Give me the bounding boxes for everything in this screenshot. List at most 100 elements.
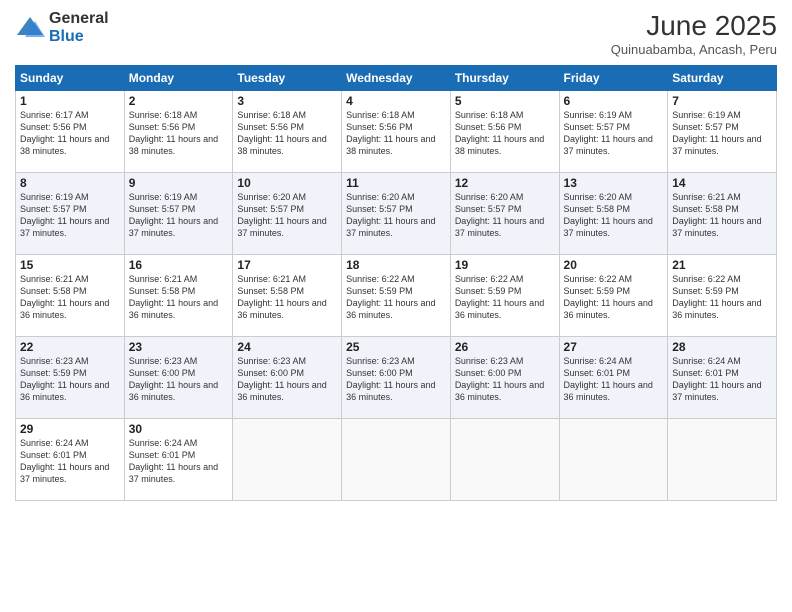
cell-info: Sunrise: 6:21 AMSunset: 5:58 PMDaylight:… (20, 274, 109, 320)
calendar-cell: 2 Sunrise: 6:18 AMSunset: 5:56 PMDayligh… (124, 91, 233, 173)
calendar-week-row: 22 Sunrise: 6:23 AMSunset: 5:59 PMDaylig… (16, 337, 777, 419)
calendar-cell: 10 Sunrise: 6:20 AMSunset: 5:57 PMDaylig… (233, 173, 342, 255)
cell-info: Sunrise: 6:20 AMSunset: 5:58 PMDaylight:… (564, 192, 653, 238)
logo-general: General (49, 10, 109, 28)
day-number: 12 (455, 176, 555, 190)
cell-info: Sunrise: 6:19 AMSunset: 5:57 PMDaylight:… (20, 192, 109, 238)
day-number: 14 (672, 176, 772, 190)
calendar-cell: 23 Sunrise: 6:23 AMSunset: 6:00 PMDaylig… (124, 337, 233, 419)
calendar-day-header: Friday (559, 66, 668, 91)
day-number: 26 (455, 340, 555, 354)
page: General Blue June 2025 Quinuabamba, Anca… (0, 0, 792, 612)
cell-info: Sunrise: 6:23 AMSunset: 6:00 PMDaylight:… (237, 356, 326, 402)
calendar-cell: 17 Sunrise: 6:21 AMSunset: 5:58 PMDaylig… (233, 255, 342, 337)
day-number: 1 (20, 94, 120, 108)
cell-info: Sunrise: 6:19 AMSunset: 5:57 PMDaylight:… (564, 110, 653, 156)
cell-info: Sunrise: 6:20 AMSunset: 5:57 PMDaylight:… (455, 192, 544, 238)
calendar-cell: 8 Sunrise: 6:19 AMSunset: 5:57 PMDayligh… (16, 173, 125, 255)
logo-blue: Blue (49, 28, 109, 46)
calendar-day-header: Wednesday (342, 66, 451, 91)
cell-info: Sunrise: 6:24 AMSunset: 6:01 PMDaylight:… (129, 438, 218, 484)
calendar-cell: 15 Sunrise: 6:21 AMSunset: 5:58 PMDaylig… (16, 255, 125, 337)
day-number: 27 (564, 340, 664, 354)
calendar-cell: 14 Sunrise: 6:21 AMSunset: 5:58 PMDaylig… (668, 173, 777, 255)
calendar-day-header: Thursday (450, 66, 559, 91)
calendar-cell: 5 Sunrise: 6:18 AMSunset: 5:56 PMDayligh… (450, 91, 559, 173)
day-number: 10 (237, 176, 337, 190)
day-number: 3 (237, 94, 337, 108)
day-number: 19 (455, 258, 555, 272)
calendar-cell: 1 Sunrise: 6:17 AMSunset: 5:56 PMDayligh… (16, 91, 125, 173)
cell-info: Sunrise: 6:24 AMSunset: 6:01 PMDaylight:… (20, 438, 109, 484)
day-number: 22 (20, 340, 120, 354)
cell-info: Sunrise: 6:22 AMSunset: 5:59 PMDaylight:… (455, 274, 544, 320)
logo-icon (15, 13, 45, 43)
day-number: 20 (564, 258, 664, 272)
logo-text: General Blue (49, 10, 109, 45)
title-block: June 2025 Quinuabamba, Ancash, Peru (611, 10, 777, 57)
day-number: 4 (346, 94, 446, 108)
calendar-day-header: Monday (124, 66, 233, 91)
header: General Blue June 2025 Quinuabamba, Anca… (15, 10, 777, 57)
day-number: 6 (564, 94, 664, 108)
calendar-week-row: 15 Sunrise: 6:21 AMSunset: 5:58 PMDaylig… (16, 255, 777, 337)
calendar-cell: 26 Sunrise: 6:23 AMSunset: 6:00 PMDaylig… (450, 337, 559, 419)
cell-info: Sunrise: 6:22 AMSunset: 5:59 PMDaylight:… (564, 274, 653, 320)
calendar-cell: 22 Sunrise: 6:23 AMSunset: 5:59 PMDaylig… (16, 337, 125, 419)
calendar-cell: 28 Sunrise: 6:24 AMSunset: 6:01 PMDaylig… (668, 337, 777, 419)
calendar-table: SundayMondayTuesdayWednesdayThursdayFrid… (15, 65, 777, 501)
calendar-cell: 18 Sunrise: 6:22 AMSunset: 5:59 PMDaylig… (342, 255, 451, 337)
calendar-cell: 13 Sunrise: 6:20 AMSunset: 5:58 PMDaylig… (559, 173, 668, 255)
day-number: 24 (237, 340, 337, 354)
cell-info: Sunrise: 6:22 AMSunset: 5:59 PMDaylight:… (672, 274, 761, 320)
day-number: 5 (455, 94, 555, 108)
cell-info: Sunrise: 6:19 AMSunset: 5:57 PMDaylight:… (129, 192, 218, 238)
calendar-cell: 11 Sunrise: 6:20 AMSunset: 5:57 PMDaylig… (342, 173, 451, 255)
cell-info: Sunrise: 6:23 AMSunset: 6:00 PMDaylight:… (346, 356, 435, 402)
calendar-week-row: 8 Sunrise: 6:19 AMSunset: 5:57 PMDayligh… (16, 173, 777, 255)
cell-info: Sunrise: 6:24 AMSunset: 6:01 PMDaylight:… (564, 356, 653, 402)
calendar-cell: 19 Sunrise: 6:22 AMSunset: 5:59 PMDaylig… (450, 255, 559, 337)
day-number: 15 (20, 258, 120, 272)
calendar-week-row: 29 Sunrise: 6:24 AMSunset: 6:01 PMDaylig… (16, 419, 777, 501)
day-number: 2 (129, 94, 229, 108)
cell-info: Sunrise: 6:18 AMSunset: 5:56 PMDaylight:… (129, 110, 218, 156)
calendar-cell: 30 Sunrise: 6:24 AMSunset: 6:01 PMDaylig… (124, 419, 233, 501)
cell-info: Sunrise: 6:21 AMSunset: 5:58 PMDaylight:… (129, 274, 218, 320)
cell-info: Sunrise: 6:23 AMSunset: 6:00 PMDaylight:… (129, 356, 218, 402)
cell-info: Sunrise: 6:20 AMSunset: 5:57 PMDaylight:… (346, 192, 435, 238)
location-subtitle: Quinuabamba, Ancash, Peru (611, 42, 777, 57)
cell-info: Sunrise: 6:21 AMSunset: 5:58 PMDaylight:… (672, 192, 761, 238)
calendar-cell: 25 Sunrise: 6:23 AMSunset: 6:00 PMDaylig… (342, 337, 451, 419)
calendar-cell: 4 Sunrise: 6:18 AMSunset: 5:56 PMDayligh… (342, 91, 451, 173)
day-number: 8 (20, 176, 120, 190)
cell-info: Sunrise: 6:23 AMSunset: 5:59 PMDaylight:… (20, 356, 109, 402)
calendar-cell: 7 Sunrise: 6:19 AMSunset: 5:57 PMDayligh… (668, 91, 777, 173)
calendar-day-header: Saturday (668, 66, 777, 91)
cell-info: Sunrise: 6:19 AMSunset: 5:57 PMDaylight:… (672, 110, 761, 156)
calendar-cell: 9 Sunrise: 6:19 AMSunset: 5:57 PMDayligh… (124, 173, 233, 255)
day-number: 23 (129, 340, 229, 354)
day-number: 11 (346, 176, 446, 190)
day-number: 18 (346, 258, 446, 272)
calendar-cell: 3 Sunrise: 6:18 AMSunset: 5:56 PMDayligh… (233, 91, 342, 173)
day-number: 7 (672, 94, 772, 108)
day-number: 16 (129, 258, 229, 272)
cell-info: Sunrise: 6:24 AMSunset: 6:01 PMDaylight:… (672, 356, 761, 402)
day-number: 13 (564, 176, 664, 190)
calendar-cell (450, 419, 559, 501)
cell-info: Sunrise: 6:20 AMSunset: 5:57 PMDaylight:… (237, 192, 326, 238)
cell-info: Sunrise: 6:18 AMSunset: 5:56 PMDaylight:… (455, 110, 544, 156)
cell-info: Sunrise: 6:22 AMSunset: 5:59 PMDaylight:… (346, 274, 435, 320)
calendar-header-row: SundayMondayTuesdayWednesdayThursdayFrid… (16, 66, 777, 91)
calendar-day-header: Sunday (16, 66, 125, 91)
month-title: June 2025 (611, 10, 777, 42)
calendar-cell (559, 419, 668, 501)
day-number: 28 (672, 340, 772, 354)
calendar-cell: 29 Sunrise: 6:24 AMSunset: 6:01 PMDaylig… (16, 419, 125, 501)
calendar-cell: 20 Sunrise: 6:22 AMSunset: 5:59 PMDaylig… (559, 255, 668, 337)
cell-info: Sunrise: 6:23 AMSunset: 6:00 PMDaylight:… (455, 356, 544, 402)
calendar-cell (342, 419, 451, 501)
day-number: 25 (346, 340, 446, 354)
cell-info: Sunrise: 6:21 AMSunset: 5:58 PMDaylight:… (237, 274, 326, 320)
